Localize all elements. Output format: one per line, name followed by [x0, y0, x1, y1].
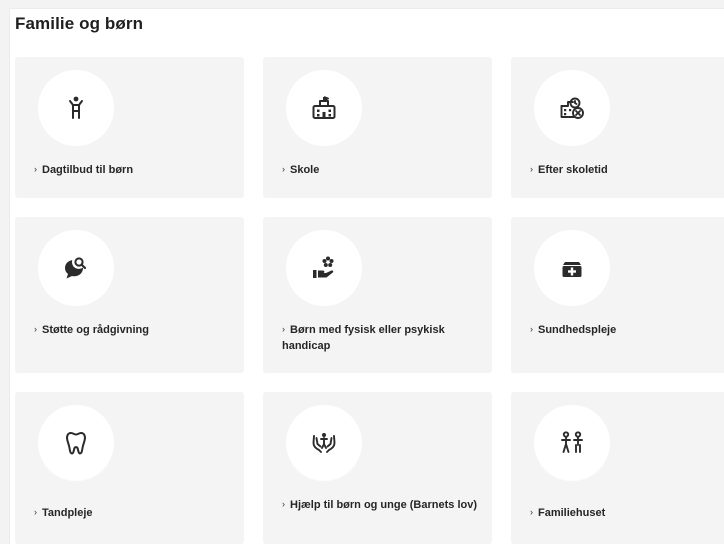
medical-kit-icon — [559, 255, 585, 281]
card-handicap[interactable]: › Børn med fysisk eller psykisk handicap — [263, 217, 492, 373]
chevron-right-icon: › — [530, 164, 533, 174]
card-dagtilbud[interactable]: › Dagtilbud til børn — [15, 57, 244, 198]
chat-search-icon — [63, 255, 89, 281]
chevron-right-icon: › — [530, 324, 533, 334]
card-tandpleje[interactable]: › Tandpleje — [15, 392, 244, 544]
family-icon — [559, 430, 585, 456]
card-label: › Hjælp til børn og unge (Barnets lov) — [282, 497, 478, 513]
chevron-right-icon: › — [34, 164, 37, 174]
chevron-right-icon: › — [34, 324, 37, 334]
icon-circle — [38, 405, 114, 481]
hands-child-icon — [311, 430, 337, 456]
icon-circle — [286, 70, 362, 146]
card-label: › Børn med fysisk eller psykisk handicap — [282, 322, 478, 354]
icon-circle — [534, 405, 610, 481]
card-sundhedspleje[interactable]: › Sundhedspleje — [511, 217, 724, 373]
card-label: › Sundhedspleje — [530, 322, 724, 338]
card-stotte[interactable]: › Støtte og rådgivning — [15, 217, 244, 373]
card-barnets-lov[interactable]: › Hjælp til børn og unge (Barnets lov) — [263, 392, 492, 544]
card-skole[interactable]: › Skole — [263, 57, 492, 198]
card-label: › Efter skoletid — [530, 162, 724, 178]
card-efter-skoletid[interactable]: › Efter skoletid — [511, 57, 724, 198]
card-label: › Tandpleje — [34, 505, 230, 521]
page-title: Familie og børn — [15, 14, 144, 33]
card-label: › Dagtilbud til børn — [34, 162, 230, 178]
tooth-icon — [63, 430, 89, 456]
chevron-right-icon: › — [282, 324, 285, 334]
after-school-icon — [559, 95, 585, 121]
hand-flower-icon — [311, 255, 337, 281]
icon-circle — [534, 230, 610, 306]
chevron-right-icon: › — [282, 164, 285, 174]
school-icon — [311, 95, 337, 121]
card-label: › Skole — [282, 162, 478, 178]
icon-circle — [38, 70, 114, 146]
icon-circle — [286, 405, 362, 481]
icon-circle — [534, 70, 610, 146]
card-label: › Familiehuset — [530, 505, 724, 521]
icon-circle — [38, 230, 114, 306]
chevron-right-icon: › — [34, 507, 37, 517]
card-label: › Støtte og rådgivning — [34, 322, 230, 338]
card-familiehuset[interactable]: › Familiehuset — [511, 392, 724, 544]
chevron-right-icon: › — [282, 499, 285, 509]
chevron-right-icon: › — [530, 507, 533, 517]
icon-circle — [286, 230, 362, 306]
child-icon — [63, 95, 89, 121]
main-panel: Familie og børn › Dagtilbud til børn › S… — [9, 8, 724, 544]
